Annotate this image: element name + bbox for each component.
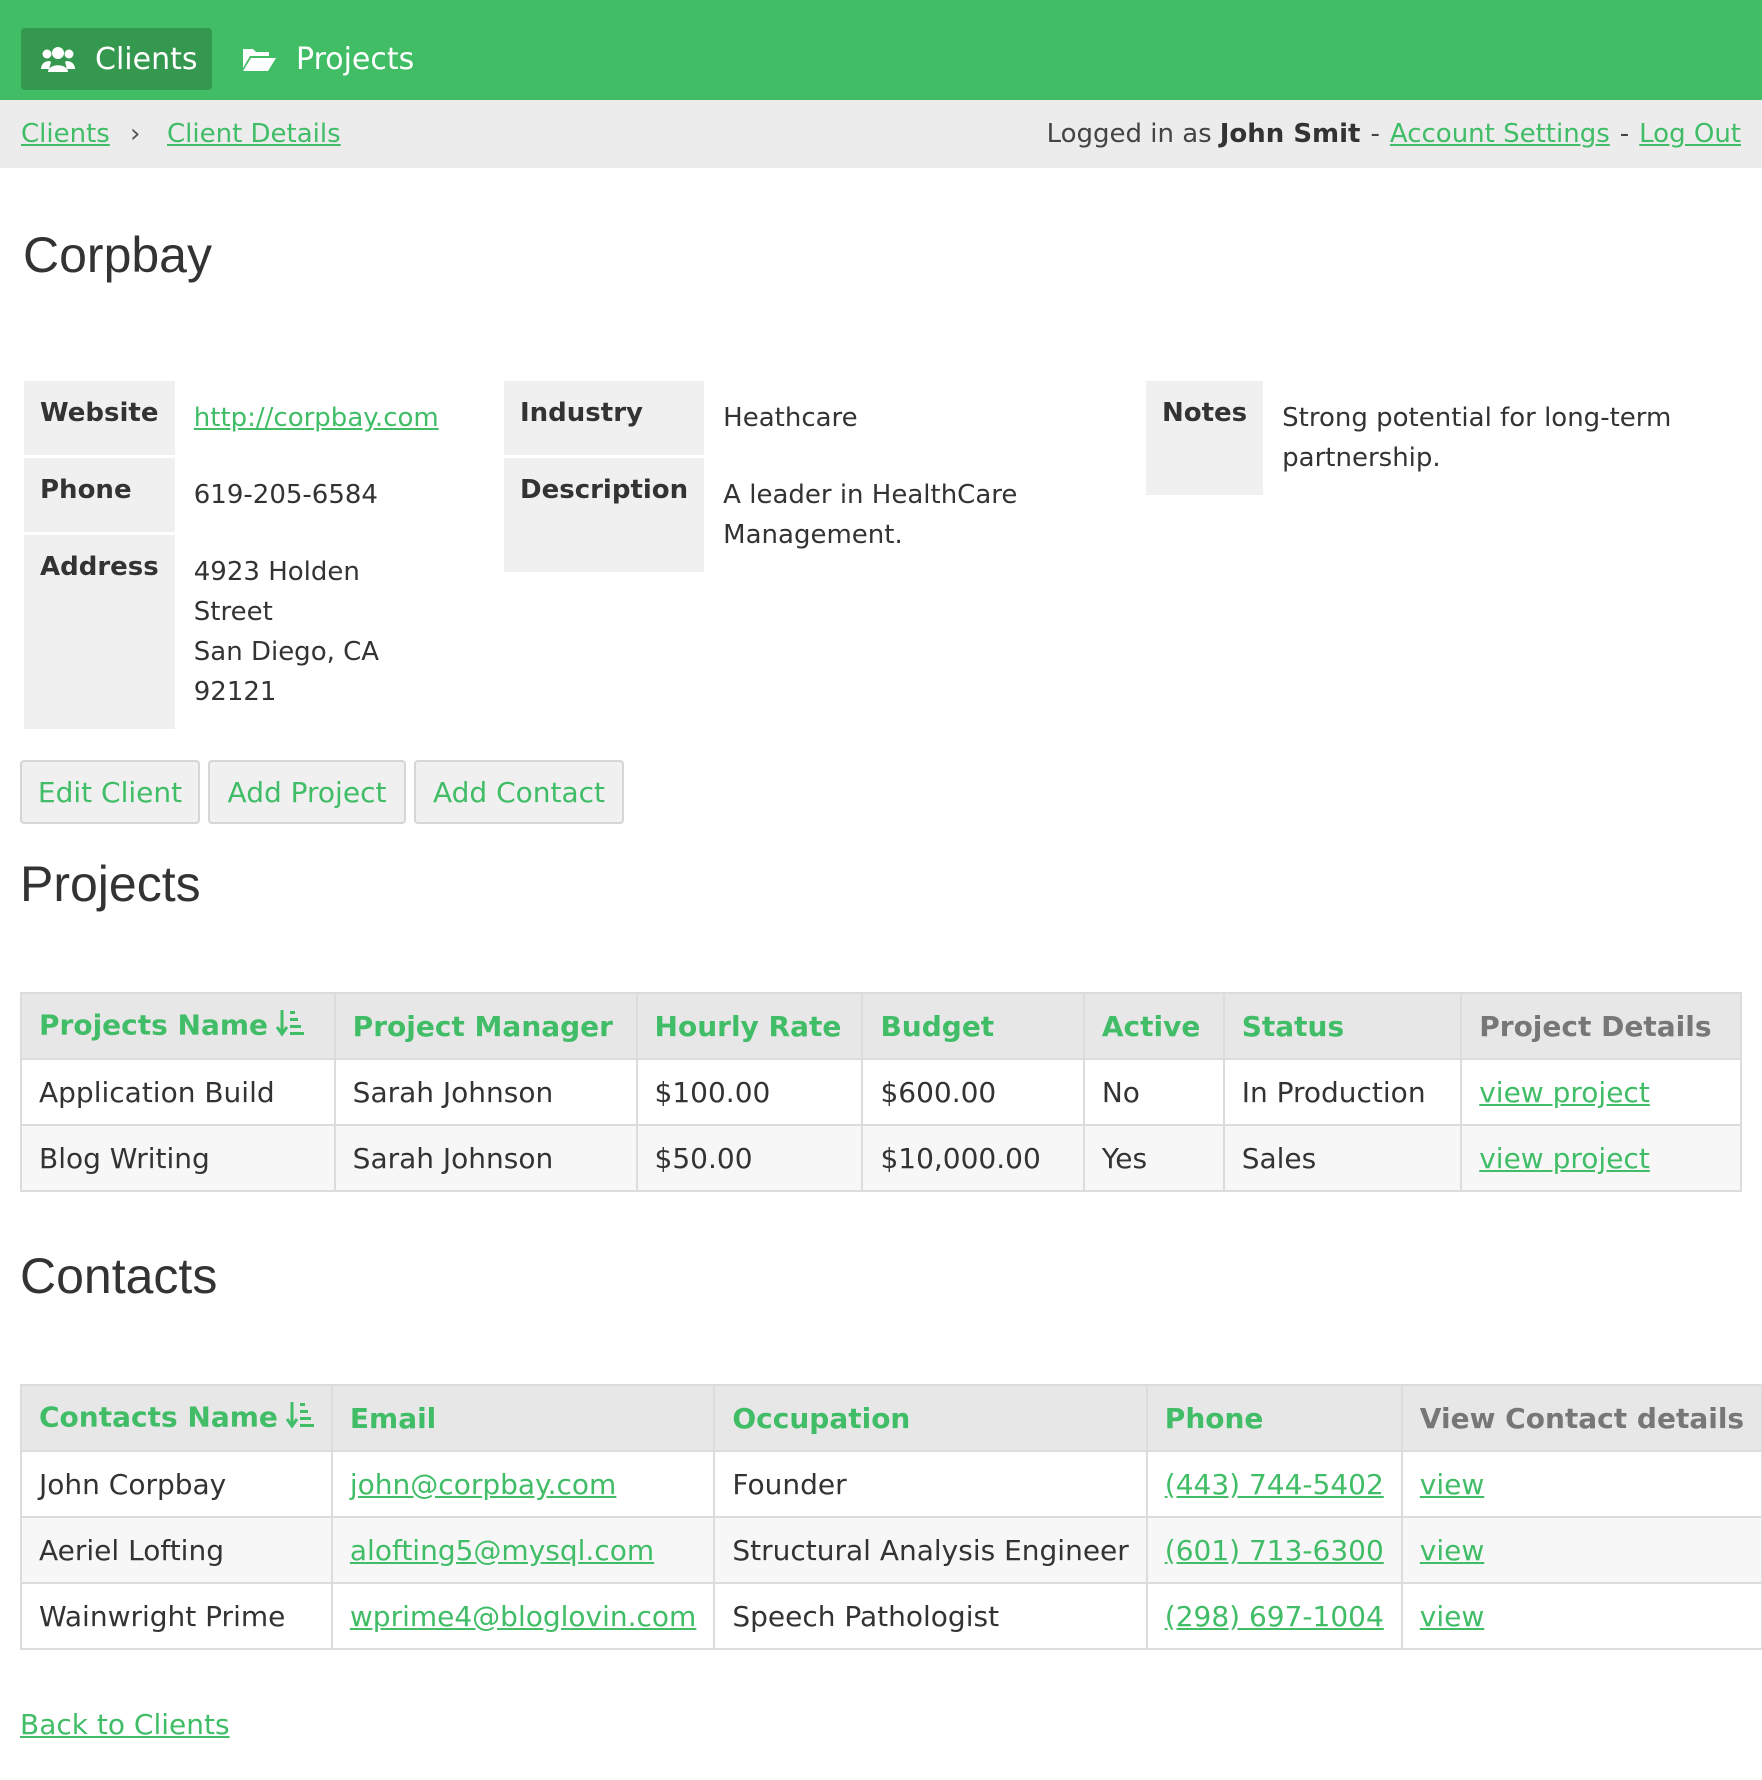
nav-clients-tab[interactable]: Clients <box>21 28 212 90</box>
breadcrumb-clients-link[interactable]: Clients <box>21 100 110 168</box>
log-out-link[interactable]: Log Out <box>1639 119 1741 149</box>
user-separator: - <box>1619 119 1630 149</box>
table-row: Aeriel Lofting alofting5@mysql.com Struc… <box>20 1516 1762 1584</box>
status: Sales <box>1222 1124 1463 1192</box>
description-value: A leader in HealthCare Management. <box>723 480 1018 550</box>
table-row: John Corpbay john@corpbay.com Founder (4… <box>20 1450 1762 1518</box>
column-header-projects-name[interactable]: Projects Name <box>20 992 336 1060</box>
user-info: Logged in as John Smit - Account Setting… <box>1047 100 1741 168</box>
budget: $10,000.00 <box>861 1124 1085 1192</box>
contact-name: John Corpbay <box>20 1450 333 1518</box>
column-header-project-manager[interactable]: Project Manager <box>333 992 638 1060</box>
logged-in-label: Logged in as <box>1046 119 1212 149</box>
column-header-contacts-name[interactable]: Contacts Name <box>20 1384 333 1452</box>
edit-client-button[interactable]: Edit Client <box>20 760 200 824</box>
description-label: Description <box>504 458 705 572</box>
contact-email-link[interactable]: alofting5@mysql.com <box>350 1534 654 1567</box>
client-business-info: Industry Heathcare Description A leader … <box>501 378 1080 575</box>
contact-email-link[interactable]: john@corpbay.com <box>350 1468 616 1501</box>
column-header-occupation[interactable]: Occupation <box>713 1384 1148 1452</box>
phone-value: 619-205-6584 <box>193 480 378 510</box>
table-row: Application Build Sarah Johnson $100.00 … <box>20 1058 1742 1126</box>
contact-phone-link[interactable]: (601) 713-6300 <box>1165 1534 1384 1567</box>
column-header-view-contact-details: View Contact details <box>1400 1384 1762 1452</box>
hourly-rate: $100.00 <box>635 1058 864 1126</box>
column-header-budget[interactable]: Budget <box>861 992 1085 1060</box>
breadcrumb-client-details-link[interactable]: Client Details <box>167 100 341 168</box>
contact-email-link[interactable]: wprime4@bloglovin.com <box>350 1600 696 1633</box>
projects-table: Projects Name Project Manager Hourly Rat… <box>20 992 1742 1192</box>
view-project-link[interactable]: view project <box>1479 1142 1650 1175</box>
sort-ascending-icon <box>285 1400 314 1437</box>
nav-projects-label: Projects <box>296 41 415 77</box>
client-name-heading: Corpbay <box>23 227 212 283</box>
client-notes-info: Notes Strong potential for long-term par… <box>1143 378 1709 498</box>
website-link[interactable]: http://corpbay.com <box>194 403 439 433</box>
column-header-phone[interactable]: Phone <box>1145 1384 1403 1452</box>
address-line-2: San Diego, CA 92121 <box>193 637 380 707</box>
active: Yes <box>1082 1124 1225 1192</box>
hourly-rate: $50.00 <box>635 1124 864 1192</box>
industry-label: Industry <box>504 381 705 455</box>
sort-ascending-icon <box>275 1008 305 1045</box>
projects-heading: Projects <box>20 856 201 912</box>
status: In Production <box>1222 1058 1463 1126</box>
column-header-status[interactable]: Status <box>1222 992 1463 1060</box>
contact-phone-link[interactable]: (443) 744-5402 <box>1165 1468 1384 1501</box>
client-contact-info: Website http://corpbay.com Phone 619-205… <box>21 378 458 732</box>
column-header-email[interactable]: Email <box>330 1384 716 1452</box>
phone-label: Phone <box>24 458 175 532</box>
column-header-hourly-rate[interactable]: Hourly Rate <box>635 992 864 1060</box>
notes-value: Strong potential for long-term partnersh… <box>1282 403 1672 473</box>
contact-name: Aeriel Lofting <box>20 1516 333 1584</box>
column-header-project-details: Project Details <box>1460 992 1742 1060</box>
folder-open-icon <box>242 46 276 72</box>
address-value: 4923 Holden Street San Diego, CA 92121 <box>178 535 455 729</box>
budget: $600.00 <box>861 1058 1085 1126</box>
nav-clients-label: Clients <box>95 41 198 77</box>
view-contact-link[interactable]: view <box>1420 1468 1484 1501</box>
nav-projects-tab[interactable]: Projects <box>222 28 434 90</box>
table-row: Blog Writing Sarah Johnson $50.00 $10,00… <box>20 1124 1742 1192</box>
contact-phone-link[interactable]: (298) 697-1004 <box>1165 1600 1384 1633</box>
add-project-button[interactable]: Add Project <box>208 760 406 824</box>
contacts-table: Contacts Name Email Occupation Phone Vie… <box>20 1384 1762 1650</box>
user-name: John Smit <box>1219 119 1361 149</box>
project-manager: Sarah Johnson <box>333 1058 638 1126</box>
view-project-link[interactable]: view project <box>1479 1076 1650 1109</box>
breadcrumb-separator: › <box>130 119 141 149</box>
project-manager: Sarah Johnson <box>333 1124 638 1192</box>
column-header-active[interactable]: Active <box>1082 992 1225 1060</box>
industry-value: Heathcare <box>723 403 858 433</box>
top-nav: Clients Projects <box>0 0 1762 100</box>
address-line-1: 4923 Holden Street <box>193 557 360 627</box>
contact-name: Wainwright Prime <box>20 1582 333 1650</box>
add-contact-button[interactable]: Add Contact <box>414 760 624 824</box>
account-settings-link[interactable]: Account Settings <box>1390 119 1610 149</box>
user-separator: - <box>1370 119 1380 149</box>
users-icon <box>41 45 75 73</box>
contacts-heading: Contacts <box>20 1248 218 1304</box>
view-contact-link[interactable]: view <box>1420 1600 1484 1633</box>
table-row: Wainwright Prime wprime4@bloglovin.com S… <box>20 1582 1762 1650</box>
back-to-clients-link[interactable]: Back to Clients <box>20 1708 230 1741</box>
active: No <box>1082 1058 1225 1126</box>
contact-occupation: Founder <box>713 1450 1148 1518</box>
project-name: Application Build <box>20 1058 336 1126</box>
contact-occupation: Structural Analysis Engineer <box>713 1516 1148 1584</box>
address-label: Address <box>24 535 175 729</box>
website-label: Website <box>24 381 175 455</box>
contact-occupation: Speech Pathologist <box>713 1582 1148 1650</box>
notes-label: Notes <box>1146 381 1264 495</box>
breadcrumb-bar: Clients › Client Details Logged in as Jo… <box>0 100 1762 168</box>
project-name: Blog Writing <box>20 1124 336 1192</box>
view-contact-link[interactable]: view <box>1420 1534 1484 1567</box>
